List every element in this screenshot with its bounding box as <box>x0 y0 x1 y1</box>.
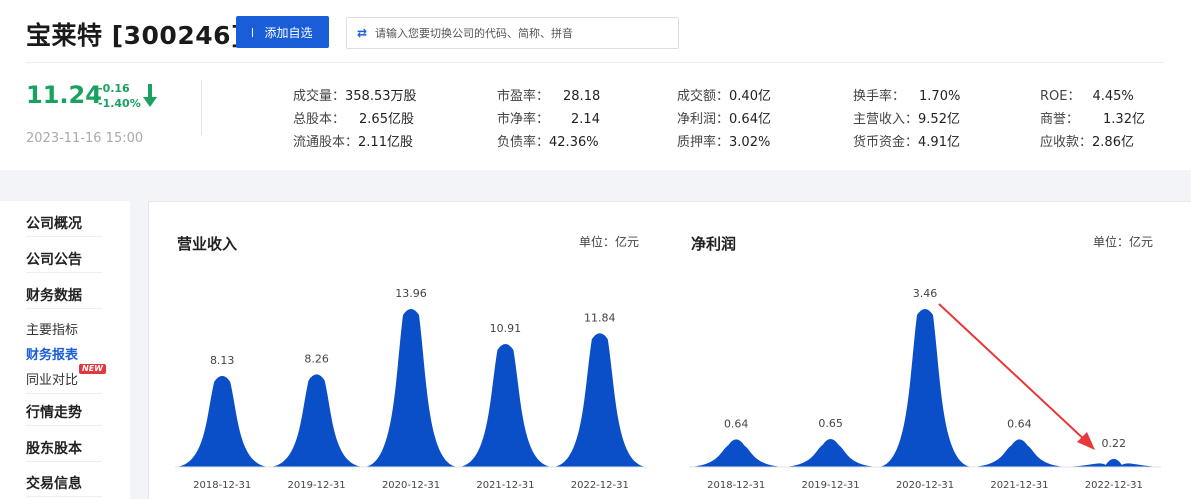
data-label-2022-12-31: 0.22 <box>1102 437 1127 450</box>
category-label-2022-12-31: 2022-12-31 <box>1085 480 1143 491</box>
chart-peak-2020-12-31 <box>877 309 973 467</box>
down-arrow-icon <box>143 84 157 107</box>
divider <box>201 80 202 135</box>
price-change-pct: -1.40% <box>98 97 141 110</box>
data-label-2019-12-31: 0.65 <box>818 417 843 430</box>
charts-panel: 营业收入 单位：亿元 8.13 2018-12-31 8.26 2019-12-31 1… <box>148 201 1191 499</box>
metric-revenue: 主营收入：9.52亿 <box>853 112 960 127</box>
sidebar-sub-financial-statements[interactable]: 财务报表 <box>26 344 78 363</box>
divider <box>26 62 1164 63</box>
switch-icon: ⇄ <box>356 26 368 40</box>
sidebar-item-financial-data[interactable]: 财务数据 <box>26 285 82 305</box>
sidebar-item-shareholders[interactable]: 股东股本 <box>26 438 82 458</box>
data-label-2022-12-31: 11.84 <box>584 311 616 324</box>
sidebar-item-market-trend[interactable]: 行情走势 <box>26 402 82 422</box>
chart-peak-2021-12-31 <box>972 439 1067 467</box>
data-label-2019-12-31: 8.26 <box>304 352 329 365</box>
data-label-2021-12-31: 10.91 <box>490 322 522 335</box>
divider <box>26 236 102 237</box>
metric-volume: 成交量：358.53万股 <box>293 89 417 104</box>
metric-pledge-ratio: 质押率：3.02% <box>677 135 771 150</box>
data-label-2018-12-31: 0.64 <box>724 417 749 430</box>
sidebar: 公司概况 公司公告 财务数据 主要指标 财务报表 同业对比 NEW 行情走势 股… <box>0 201 130 499</box>
category-label-2019-12-31: 2019-12-31 <box>288 480 346 491</box>
chart-peak-2021-12-31 <box>458 343 553 467</box>
category-label-2020-12-31: 2020-12-31 <box>896 480 954 491</box>
page-title: 宝莱特 [300246] <box>26 21 243 50</box>
category-label-2021-12-31: 2021-12-31 <box>990 480 1048 491</box>
category-label-2020-12-31: 2020-12-31 <box>382 480 440 491</box>
chart-peak-2019-12-31 <box>269 374 364 467</box>
metric-turnover-rate: 换手率： 1.70% <box>853 89 961 104</box>
category-label-2019-12-31: 2019-12-31 <box>802 480 860 491</box>
price-change: -0.16 <box>98 82 130 95</box>
divider <box>26 272 102 273</box>
metric-total-shares: 总股本： 2.65亿股 <box>293 112 414 127</box>
category-label-2021-12-31: 2021-12-31 <box>476 480 534 491</box>
metric-receivables: 应收款：2.86亿 <box>1040 135 1134 150</box>
divider <box>26 425 102 426</box>
metric-float-shares: 流通股本：2.11亿股 <box>293 135 413 150</box>
revenue-chart: 8.13 2018-12-31 8.26 2019-12-31 13.96 2020-12… <box>175 287 647 491</box>
profit-chart: 0.64 2018-12-31 0.65 2019-12-31 3.46 2020-12-… <box>689 287 1161 491</box>
chart-peak-2022-12-31 <box>552 333 647 467</box>
plus-icon <box>252 27 254 37</box>
metric-roe: ROE： 4.45% <box>1040 89 1134 104</box>
metric-goodwill: 商誉： 1.32亿 <box>1040 112 1145 127</box>
divider <box>26 461 102 462</box>
sidebar-item-trading-info[interactable]: 交易信息 <box>26 473 82 493</box>
chart-peak-2022-12-31 <box>1066 458 1161 467</box>
divider <box>26 308 102 309</box>
metric-debt-ratio: 负债率：42.36% <box>497 135 599 150</box>
current-price: 11.24 <box>26 81 102 109</box>
metric-cash: 货币资金：4.91亿 <box>853 135 960 150</box>
sidebar-sub-key-indicators[interactable]: 主要指标 <box>26 319 78 338</box>
metric-pe: 市盈率： 28.18 <box>497 89 601 104</box>
category-label-2018-12-31: 2018-12-31 <box>193 480 251 491</box>
add-watchlist-label: 添加自选 <box>264 25 313 40</box>
data-label-2020-12-31: 13.96 <box>395 287 427 300</box>
quote-datetime: 2023-11-16 15:00 <box>26 131 144 146</box>
chart-peak-2018-12-31 <box>175 375 270 467</box>
sidebar-sub-peer-comparison[interactable]: 同业对比 <box>26 369 78 388</box>
chart-peak-2020-12-31 <box>363 309 459 467</box>
category-label-2022-12-31: 2022-12-31 <box>571 480 629 491</box>
company-search-input[interactable]: ⇄ 请输入您要切换公司的代码、简称、拼音 <box>346 17 679 49</box>
chart-peak-2018-12-31 <box>689 439 784 467</box>
stock-header: 宝莱特 [300246] 添加自选 ⇄ 请输入您要切换公司的代码、简称、拼音 1… <box>0 0 1191 170</box>
divider <box>26 393 102 394</box>
metric-net-profit: 净利润：0.64亿 <box>677 112 771 127</box>
data-label-2018-12-31: 8.13 <box>210 354 235 367</box>
new-badge: NEW <box>79 364 106 374</box>
chart-peak-2019-12-31 <box>783 438 878 467</box>
metric-turnover-amount: 成交额：0.40亿 <box>677 89 771 104</box>
metric-pb: 市净率： 2.14 <box>497 112 600 127</box>
add-watchlist-button[interactable]: 添加自选 <box>236 16 329 48</box>
data-label-2020-12-31: 3.46 <box>913 287 938 300</box>
sidebar-item-announcements[interactable]: 公司公告 <box>26 249 82 269</box>
sidebar-item-company-profile[interactable]: 公司概况 <box>26 213 82 233</box>
category-label-2018-12-31: 2018-12-31 <box>707 480 765 491</box>
divider <box>26 496 102 497</box>
data-label-2021-12-31: 0.64 <box>1007 417 1032 430</box>
search-placeholder: 请输入您要切换公司的代码、简称、拼音 <box>375 27 573 40</box>
